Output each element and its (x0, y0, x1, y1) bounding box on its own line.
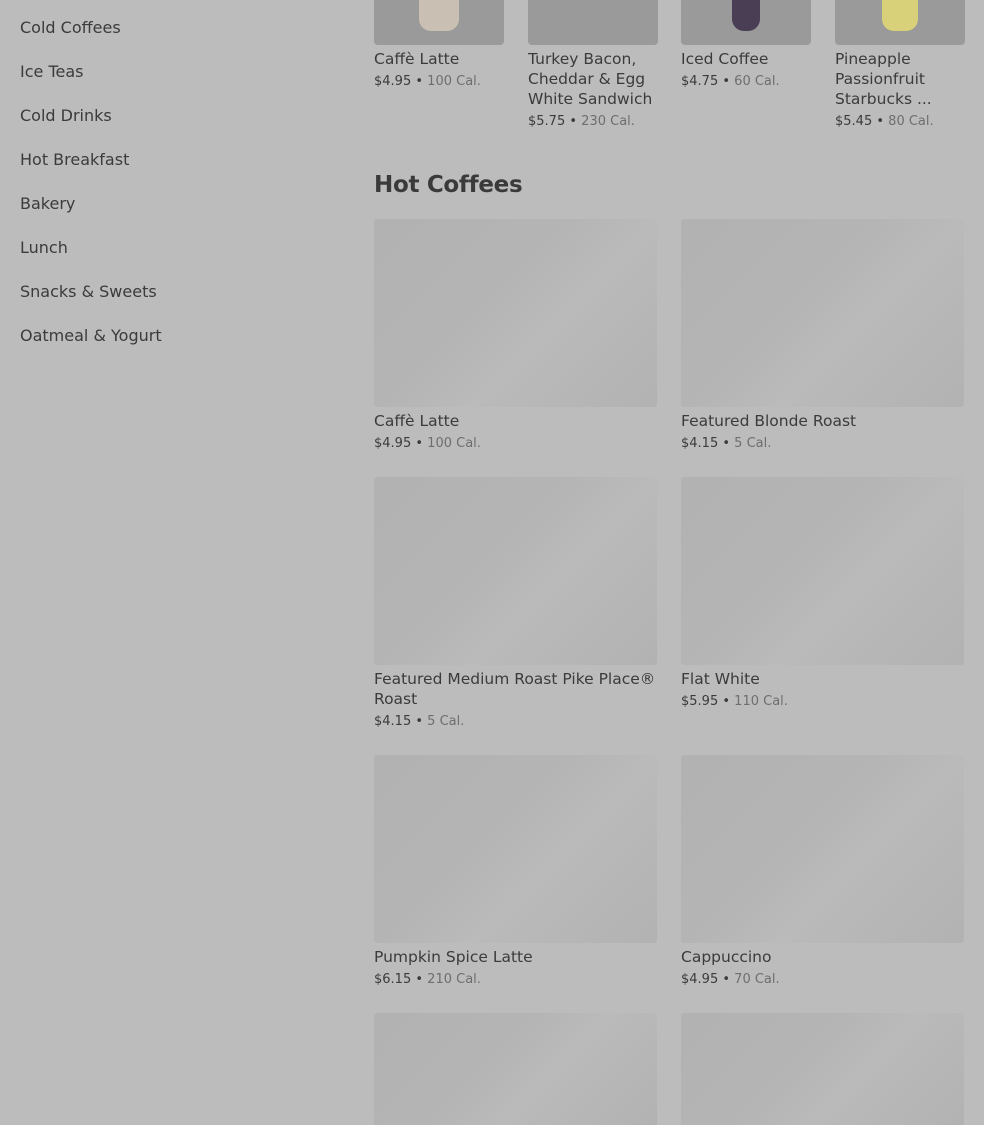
product-calories: 210 Cal. (427, 972, 481, 987)
featured-card[interactable]: Pineapple Passionfruit Starbucks ... $5.… (835, 0, 965, 131)
separator-dot: • (722, 436, 731, 451)
product-price: $4.15 (681, 436, 719, 451)
product-meta: $4.95 • 70 Cal. (681, 971, 964, 989)
product-image (681, 755, 964, 943)
product-meta: $5.75 • 230 Cal. (528, 113, 658, 131)
product-meta: $5.95 • 110 Cal. (681, 693, 964, 711)
product-image (681, 219, 964, 407)
separator-dot: • (569, 114, 578, 129)
product-meta: $6.15 • 210 Cal. (374, 971, 657, 989)
product-image (681, 0, 811, 45)
sidebar-item-oatmeal-yogurt[interactable]: Oatmeal & Yogurt (20, 324, 320, 368)
product-name: Featured Blonde Roast (681, 412, 857, 430)
product-name: Pineapple Passionfruit Starbucks ... (835, 50, 932, 108)
product-calories: 70 Cal. (734, 972, 780, 987)
product-name: Featured Medium Roast Pike Place® Roast (374, 670, 656, 708)
iced-coffee-cup-image (732, 0, 760, 31)
sidebar-item-snacks-sweets[interactable]: Snacks & Sweets (20, 280, 320, 324)
product-meta: $4.15 • 5 Cal. (681, 435, 964, 453)
product-meta: $5.45 • 80 Cal. (835, 113, 965, 131)
product-price: $5.95 (681, 694, 719, 709)
separator-dot: • (876, 114, 885, 129)
latte-cup-image (419, 0, 459, 31)
product-image (374, 219, 657, 407)
product-image (374, 755, 657, 943)
product-name: Turkey Bacon, Cheddar & Egg White Sandwi… (528, 50, 653, 108)
product-image (374, 477, 657, 665)
product-calories: 100 Cal. (427, 436, 481, 451)
product-meta: $4.75 • 60 Cal. (681, 73, 811, 91)
featured-card[interactable]: Caffè Latte $4.95 • 100 Cal. (374, 0, 504, 91)
product-price: $4.95 (681, 972, 719, 987)
product-calories: 230 Cal. (581, 114, 635, 129)
category-sidebar: Cold Coffees Ice Teas Cold Drinks Hot Br… (20, 16, 320, 368)
separator-dot: • (415, 972, 424, 987)
featured-card[interactable]: Iced Coffee $4.75 • 60 Cal. (681, 0, 811, 91)
product-image (681, 1013, 964, 1125)
product-name: Cappuccino (681, 948, 772, 966)
product-image (681, 477, 964, 665)
product-price: $4.75 (681, 74, 719, 89)
product-image (835, 0, 965, 45)
product-name: Iced Coffee (681, 50, 769, 68)
product-image (374, 0, 504, 45)
featured-card[interactable]: Turkey Bacon, Cheddar & Egg White Sandwi… (528, 0, 658, 131)
product-card[interactable]: Flat White $5.95 • 110 Cal. (681, 477, 964, 711)
separator-dot: • (415, 714, 424, 729)
separator-dot: • (722, 74, 731, 89)
section-title: Hot Coffees (374, 172, 523, 198)
product-calories: 110 Cal. (734, 694, 788, 709)
product-card[interactable]: Featured Medium Roast Pike Place® Roast … (374, 477, 657, 731)
menu-content: Caffè Latte $4.95 • 100 Cal. Turkey Baco… (374, 0, 965, 1125)
separator-dot: • (722, 972, 731, 987)
product-image (374, 1013, 657, 1125)
product-meta: $4.15 • 5 Cal. (374, 713, 657, 731)
product-image (528, 0, 658, 45)
product-name: Caffè Latte (374, 50, 460, 68)
sidebar-item-lunch[interactable]: Lunch (20, 236, 320, 280)
product-price: $5.75 (528, 114, 566, 129)
product-card[interactable]: Featured Blonde Roast $4.15 • 5 Cal. (681, 219, 964, 453)
product-card[interactable]: Cappuccino $4.95 • 70 Cal. (681, 755, 964, 989)
product-price: $5.45 (835, 114, 873, 129)
product-card[interactable]: Caffè Latte $4.95 • 100 Cal. (374, 219, 657, 453)
product-calories: 100 Cal. (427, 74, 481, 89)
separator-dot: • (415, 436, 424, 451)
product-price: $4.95 (374, 436, 412, 451)
separator-dot: • (722, 694, 731, 709)
product-name: Pumpkin Spice Latte (374, 948, 533, 966)
product-price: $6.15 (374, 972, 412, 987)
sidebar-item-hot-breakfast[interactable]: Hot Breakfast (20, 148, 320, 192)
product-calories: 60 Cal. (734, 74, 780, 89)
separator-dot: • (415, 74, 424, 89)
sidebar-item-cold-drinks[interactable]: Cold Drinks (20, 104, 320, 148)
sidebar-item-ice-teas[interactable]: Ice Teas (20, 60, 320, 104)
refresher-cup-image (882, 0, 918, 31)
product-card[interactable]: Pumpkin Spice Latte $6.15 • 210 Cal. (374, 755, 657, 989)
product-price: $4.15 (374, 714, 412, 729)
product-card[interactable] (681, 1013, 964, 1125)
product-price: $4.95 (374, 74, 412, 89)
product-name: Flat White (681, 670, 760, 688)
product-calories: 5 Cal. (427, 714, 465, 729)
product-card[interactable] (374, 1013, 657, 1125)
product-meta: $4.95 • 100 Cal. (374, 435, 657, 453)
product-meta: $4.95 • 100 Cal. (374, 73, 504, 91)
sidebar-item-cold-coffees[interactable]: Cold Coffees (20, 16, 320, 60)
product-name: Caffè Latte (374, 412, 460, 430)
sidebar-item-bakery[interactable]: Bakery (20, 192, 320, 236)
featured-row: Caffè Latte $4.95 • 100 Cal. Turkey Baco… (374, 0, 965, 140)
product-calories: 80 Cal. (888, 114, 934, 129)
product-calories: 5 Cal. (734, 436, 772, 451)
